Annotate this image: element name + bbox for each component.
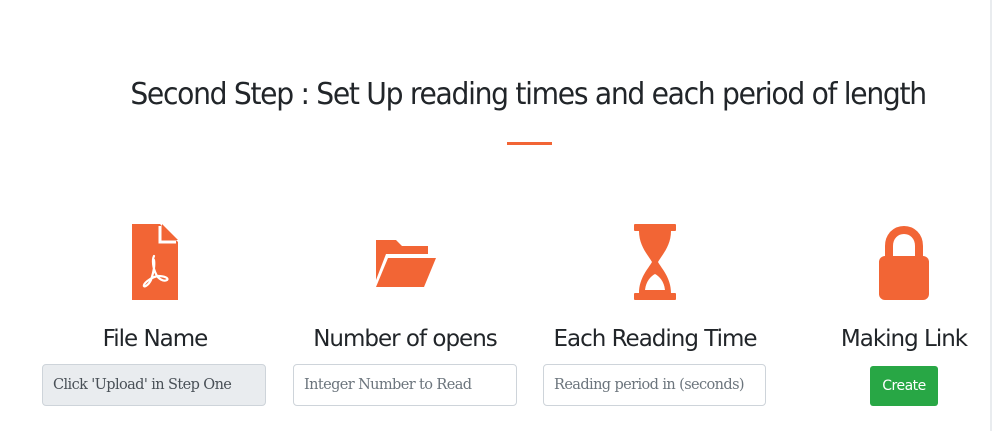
folder-open-icon (290, 224, 520, 300)
create-button[interactable]: Create (870, 366, 938, 406)
number-of-opens-input[interactable] (293, 364, 517, 406)
hourglass-icon (540, 224, 770, 300)
reading-time-label: Each Reading Time (553, 326, 757, 352)
file-name-input[interactable] (42, 364, 266, 406)
lock-icon (789, 224, 992, 300)
number-of-opens-column: Number of opens (290, 220, 520, 420)
reading-time-input[interactable] (543, 364, 766, 406)
pdf-file-icon (40, 224, 270, 300)
file-name-column: File Name (40, 220, 270, 420)
number-of-opens-label: Number of opens (313, 326, 498, 352)
reading-time-column: Each Reading Time (540, 220, 770, 420)
file-name-label: File Name (102, 326, 209, 352)
making-link-label: Making Link (840, 326, 968, 352)
making-link-column: Making Link Create (789, 220, 992, 420)
title-divider (507, 142, 552, 145)
page-title: Second Step : Set Up reading times and e… (130, 77, 927, 112)
